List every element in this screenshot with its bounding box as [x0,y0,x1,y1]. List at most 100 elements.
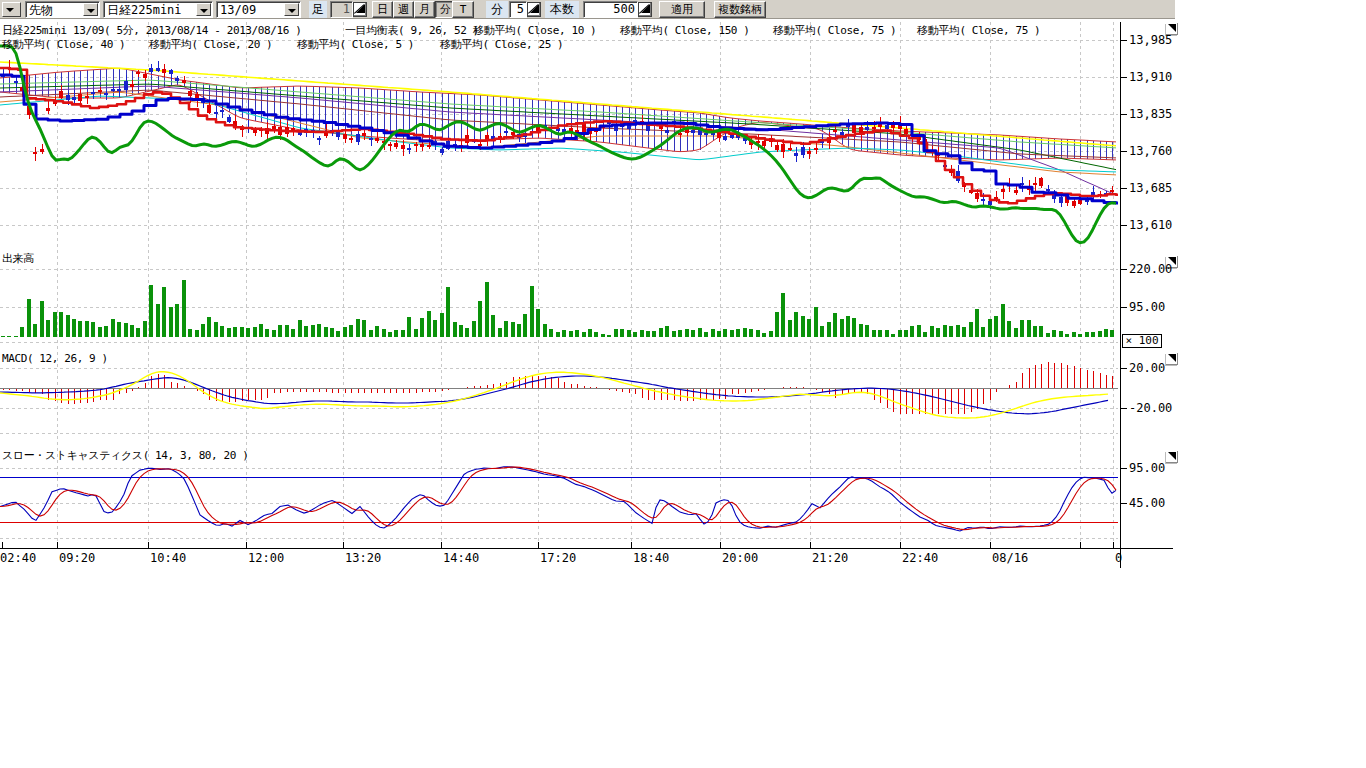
volume-bar [53,312,57,337]
volume-bar [1027,320,1031,337]
candle-body [104,93,108,95]
value-axis-label: 13,985 [1129,34,1172,47]
volume-bar [536,309,540,337]
volume-bar [704,332,708,337]
volume-bar [846,316,850,337]
time-axis-label: 02:40 [0,552,36,565]
volume-bar [1078,334,1082,337]
volume-bar [652,331,656,337]
candle-body [362,133,366,135]
time-axis-label: 10:40 [150,552,186,565]
volume-bar [491,315,495,337]
candle-body [1033,183,1037,185]
chart-line [0,467,1116,531]
candle-body [814,148,818,150]
candle-body [182,80,186,83]
value-axis-label: 220.00 [1129,263,1172,276]
apply-button[interactable]: 適用 [659,1,705,18]
volume-bar [414,329,418,337]
indicator-label: 移動平均( Close, 150 ) [620,24,750,37]
count-value-field[interactable]: 500 [583,1,638,18]
time-axis-label: 08/16 [992,552,1028,565]
count-spin-button[interactable] [638,2,652,17]
volume-bar [614,329,618,337]
chevron-down-icon[interactable] [284,3,299,16]
time-axis-label: 22:40 [902,552,938,565]
candle-body [852,125,856,133]
volume-bar [582,332,586,337]
volume-bar [330,328,334,337]
instrument-type-combo[interactable]: 先物 [25,1,100,18]
candle-body [66,95,70,100]
count-label: 本数 [545,1,579,18]
volume-bar [943,325,947,337]
volume-bar [1020,320,1024,337]
combo-stub-dropdown[interactable] [2,2,21,17]
stoch-scale-button[interactable] [1166,451,1178,463]
volume-bar [775,312,779,337]
candle-body [1001,189,1005,192]
candle-body [85,96,89,98]
period-button-tick[interactable]: T [452,1,474,18]
contract-combo[interactable]: 13/09 [216,1,301,18]
chevron-down-icon[interactable] [83,3,98,16]
volume-bar [175,304,179,337]
volume-bar [801,316,805,337]
volume-bar [975,309,979,337]
candle-body [781,144,785,151]
indicator-label: 一目均衡表( 9, 26, 52 ) [345,24,479,37]
candle-body [317,138,321,140]
candle-body [885,125,889,129]
volume-bar [220,326,224,337]
period-button-month[interactable]: 月 [414,1,435,18]
candle-body [414,144,418,146]
volume-bar [149,285,153,337]
volume-bar [633,332,637,337]
chevron-down-icon[interactable] [196,3,211,16]
candle-body [336,132,340,137]
volume-bar [781,293,785,337]
indicator-label: 移動平均( Close, 40 ) [2,38,125,51]
candle-body [407,148,411,150]
period-button-day[interactable]: 日 [372,1,393,18]
candle-body [723,136,727,140]
value-axis-label: 13,760 [1129,145,1172,158]
candle-body [220,110,224,112]
minute-spin-button[interactable] [527,2,541,17]
volume-bar [852,318,856,337]
volume-bar [923,332,927,337]
instrument-combo[interactable]: 日経225mini [103,1,213,18]
minute-value-field[interactable]: 5 [509,1,527,18]
volume-bar [207,317,211,337]
macd-scale-button[interactable] [1166,353,1178,365]
volume-bar [569,331,573,337]
volume-bar [620,329,624,337]
volume-bar [562,330,566,337]
candle-body [169,70,173,74]
volume-bar [523,314,527,337]
bar-interval-spin-button[interactable] [353,2,367,17]
indicator-label: 移動平均( Close, 75 ) [773,24,896,37]
candle-body [865,127,869,130]
bar-interval-field[interactable]: 1 [330,1,353,18]
volume-bar [336,331,340,337]
period-button-week[interactable]: 週 [393,1,414,18]
candle-body [78,94,82,101]
candle-body [33,152,37,154]
value-axis-label: 20.00 [1129,362,1165,375]
candle-body [504,131,508,133]
volume-bar [723,329,727,337]
candle-body [117,89,121,91]
volume-bar [646,331,650,337]
multi-symbol-button[interactable]: 複数銘柄 [714,1,766,18]
candle-body [807,151,811,154]
volume-bar [459,325,463,337]
volume-bar [407,317,411,337]
volume-bar [27,299,31,337]
volume-bar [311,325,315,337]
volume-bar [433,320,437,337]
candle-body [343,134,347,138]
candle-body [72,97,76,100]
candle-body [401,145,405,149]
volume-bar [511,322,515,337]
